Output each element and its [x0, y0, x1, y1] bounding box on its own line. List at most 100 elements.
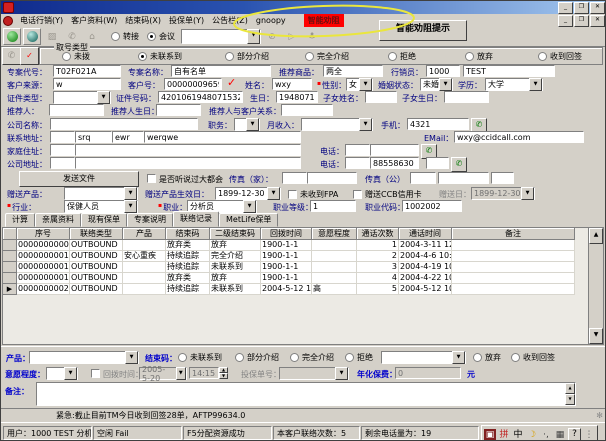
policy-no-select[interactable]: ▼: [279, 367, 349, 380]
fax-office-area-field[interactable]: [410, 172, 436, 184]
column-header[interactable]: 通话次数: [357, 228, 399, 240]
tab-metlife-policy[interactable]: MetLife保单: [219, 213, 278, 227]
minimize-button[interactable]: _: [558, 2, 573, 14]
gender-select[interactable]: 女▼: [346, 78, 373, 91]
toolbar-button-4[interactable]: ⊘: [263, 28, 281, 45]
contact-address-field-2[interactable]: [75, 131, 112, 143]
column-header[interactable]: 二级结束码: [210, 228, 261, 240]
ime-input-method-icon[interactable]: 拼: [498, 429, 510, 441]
menu-item-bulletin[interactable]: 公告栏(Z): [208, 14, 252, 27]
agent-name-field[interactable]: [463, 65, 555, 77]
remark-scrollbar[interactable]: ▲▼: [565, 383, 575, 405]
chevron-down-icon[interactable]: ▼: [521, 187, 534, 200]
chevron-down-icon[interactable]: ▼: [124, 200, 137, 213]
callback-checkbox[interactable]: [91, 369, 100, 378]
endcode-radio-complete[interactable]: 完全介绍: [290, 352, 334, 363]
contact-address-field-4[interactable]: [144, 131, 301, 143]
fax-home-area-field[interactable]: [282, 172, 307, 184]
ime-logo-icon[interactable]: ▣: [484, 429, 496, 441]
customer-source-field[interactable]: [53, 78, 121, 90]
child-birthday-field[interactable]: [444, 91, 489, 103]
premium-field[interactable]: [395, 367, 461, 379]
numbertype-radio-partial[interactable]: 部分介绍: [225, 51, 269, 62]
menu-item-customer-data[interactable]: 客户资料(W): [67, 14, 121, 27]
home-address-field-2[interactable]: [75, 144, 301, 156]
endcode-radio-returned[interactable]: 收到回签: [511, 352, 555, 363]
child-restore-button[interactable]: ❐: [574, 15, 589, 27]
child-name-field[interactable]: [365, 91, 397, 103]
numbertype-radio-complete[interactable]: 完全介绍: [305, 51, 349, 62]
row-selector[interactable]: [3, 240, 17, 251]
time-spinner[interactable]: ▲▼: [219, 367, 228, 379]
chevron-down-icon[interactable]: ▼: [439, 78, 452, 91]
ime-grip-handle[interactable]: ⋮: [583, 429, 595, 441]
dial-company-phone-button[interactable]: ✆: [451, 157, 467, 172]
recommend-product-field[interactable]: [323, 65, 383, 77]
column-header[interactable]: 联络类型: [70, 228, 123, 240]
home-address-field-1[interactable]: [50, 144, 75, 156]
restore-button[interactable]: ❐: [574, 2, 589, 14]
conference-radio[interactable]: 会议: [147, 31, 175, 42]
fax-office-ext-field[interactable]: [491, 172, 514, 184]
ime-chinese-icon[interactable]: 中: [512, 429, 524, 441]
column-header[interactable]: 产品: [123, 228, 166, 240]
reject-reason-select[interactable]: ▼: [381, 351, 466, 364]
referrer-relation-field[interactable]: [281, 104, 333, 116]
menu-item-smart-dissuade[interactable]: 智能劝阻: [304, 14, 344, 27]
id-no-field[interactable]: [158, 91, 243, 103]
scroll-up-icon[interactable]: ▲: [589, 228, 603, 244]
table-row[interactable]: 00000000013OUTBOUND安心重疾持续追踪完全介绍1900-1-12…: [3, 251, 589, 262]
scroll-down-icon[interactable]: ▼: [589, 328, 603, 344]
endcode-radio-partial[interactable]: 部分介绍: [235, 352, 279, 363]
mobile-field[interactable]: [407, 118, 469, 130]
chevron-down-icon[interactable]: ▼: [64, 367, 77, 380]
home-phone-area-field[interactable]: [345, 144, 370, 156]
case-code-field[interactable]: [53, 65, 121, 77]
referrer-field[interactable]: [49, 104, 104, 116]
table-row[interactable]: 00000000018OUTBOUND放弃类放弃1900-1-142004-4-…: [3, 273, 589, 284]
company-phone-ext-field[interactable]: [426, 157, 449, 169]
case-name-field[interactable]: [171, 65, 271, 77]
row-selector[interactable]: [3, 273, 17, 284]
chevron-down-icon[interactable]: ▼: [335, 367, 348, 380]
chevron-down-icon[interactable]: ▼: [246, 118, 259, 131]
name-field[interactable]: [272, 78, 312, 90]
give-date-select[interactable]: 1899-12-30▼: [471, 187, 535, 200]
home-phone-field[interactable]: [370, 144, 419, 156]
ime-punctuation-icon[interactable]: ·,: [540, 429, 552, 441]
chevron-down-icon[interactable]: ▼: [176, 367, 186, 380]
tab-relatives[interactable]: 亲属资料: [35, 213, 81, 227]
birthday-field[interactable]: [276, 91, 318, 103]
marital-select[interactable]: 未婚▼: [420, 78, 453, 91]
chevron-down-icon[interactable]: ▼: [124, 187, 137, 200]
row-selector[interactable]: [3, 251, 17, 262]
remark-textarea[interactable]: ▲▼: [36, 382, 576, 406]
chevron-down-icon[interactable]: ▼: [125, 351, 138, 364]
occ-grade-field[interactable]: [310, 200, 356, 212]
menu-item-gnoopy[interactable]: gnoopy: [252, 15, 290, 26]
menu-item-policy[interactable]: 投保单(Y): [165, 14, 208, 27]
app-icon[interactable]: [3, 2, 14, 13]
ime-keyboard-icon[interactable]: ▦: [554, 429, 566, 441]
email-field[interactable]: [454, 131, 584, 143]
column-header[interactable]: 结束码: [166, 228, 210, 240]
ime-moon-icon[interactable]: ☽: [526, 429, 538, 441]
company-name-field[interactable]: [50, 118, 198, 130]
customer-no-field[interactable]: [164, 78, 222, 90]
column-header[interactable]: 序号: [17, 228, 70, 240]
gift-date-select[interactable]: 1899-12-30▼: [215, 187, 281, 200]
occ-code-field[interactable]: [402, 200, 462, 212]
row-selector[interactable]: ▶: [3, 284, 17, 295]
company-address-field-2[interactable]: [75, 157, 301, 169]
conference-target-combobox[interactable]: ▼: [181, 29, 261, 44]
table-row[interactable]: 00000000004OUTBOUND放弃类放弃1900-1-112004-3-…: [3, 240, 589, 251]
fax-office-field[interactable]: [438, 172, 489, 184]
child-minimize-button[interactable]: _: [558, 15, 573, 27]
column-header[interactable]: 通话时间: [399, 228, 452, 240]
endcode-radio-notcontacted[interactable]: 未联系到: [178, 352, 222, 363]
child-window-icon[interactable]: [3, 16, 13, 26]
endcode-radio-reject[interactable]: 拒绝: [345, 352, 373, 363]
heard-metlife-checkbox[interactable]: [147, 174, 156, 183]
chevron-down-icon[interactable]: ▼: [243, 200, 256, 213]
scroll-up-icon[interactable]: ▲: [565, 383, 575, 394]
